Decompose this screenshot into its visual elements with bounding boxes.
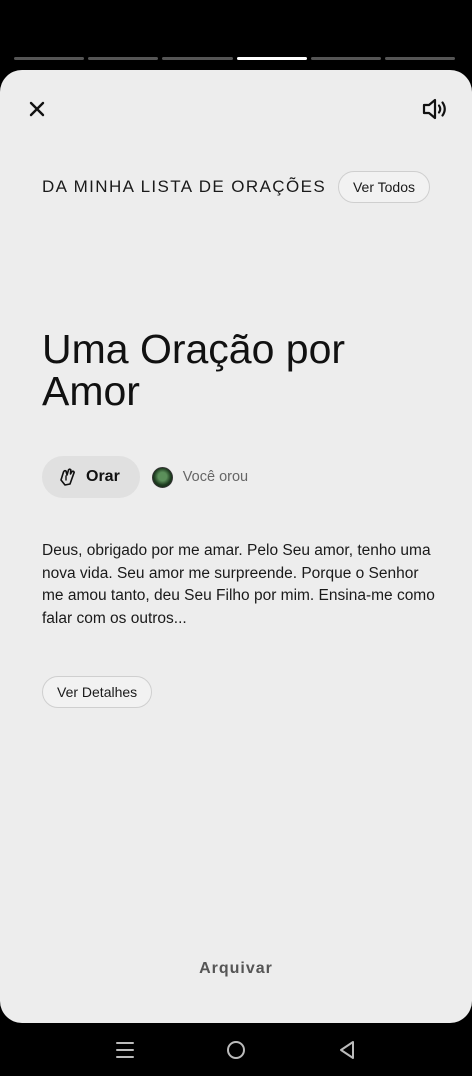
speaker-icon bbox=[422, 98, 446, 120]
back-icon bbox=[339, 1040, 354, 1059]
progress-segment bbox=[384, 57, 456, 60]
story-progress-bar bbox=[14, 57, 456, 60]
close-button[interactable] bbox=[24, 96, 50, 122]
progress-segment-active bbox=[236, 57, 307, 60]
menu-button[interactable] bbox=[105, 1030, 145, 1070]
list-header: DA MINHA LISTA DE ORAÇÕES Ver Todos bbox=[42, 170, 430, 204]
progress-segment bbox=[88, 57, 159, 60]
back-button[interactable] bbox=[327, 1030, 367, 1070]
prayer-title: Uma Oração por Amor bbox=[42, 326, 346, 414]
praying-hands-icon bbox=[60, 468, 75, 486]
pray-button[interactable]: Orar bbox=[42, 456, 140, 498]
see-all-button[interactable]: Ver Todos bbox=[337, 171, 430, 203]
archive-button[interactable]: Arquivar bbox=[0, 960, 472, 978]
sound-toggle-button[interactable] bbox=[420, 94, 450, 124]
prayer-card: DA MINHA LISTA DE ORAÇÕES Ver Todos Uma … bbox=[0, 70, 472, 1023]
home-icon bbox=[226, 1040, 245, 1059]
progress-segment bbox=[310, 57, 381, 60]
prayer-body: Deus, obrigado por me amar. Pelo Seu amo… bbox=[42, 542, 435, 627]
prayed-status-text: Você orou bbox=[182, 469, 249, 485]
list-title: DA MINHA LISTA DE ORAÇÕES bbox=[42, 177, 327, 196]
pray-label: Orar bbox=[86, 468, 120, 485]
progress-segment bbox=[162, 57, 233, 60]
prayed-status: Você orou bbox=[151, 466, 249, 488]
progress-segment bbox=[14, 57, 85, 60]
see-details-button[interactable]: Ver Detalhes bbox=[42, 676, 153, 708]
close-icon bbox=[29, 101, 45, 117]
system-navigation-bar bbox=[0, 1023, 472, 1076]
avatar bbox=[151, 466, 173, 488]
pray-row: Orar Você orou bbox=[42, 456, 248, 498]
menu-icon bbox=[116, 1041, 135, 1058]
home-button[interactable] bbox=[216, 1030, 256, 1070]
